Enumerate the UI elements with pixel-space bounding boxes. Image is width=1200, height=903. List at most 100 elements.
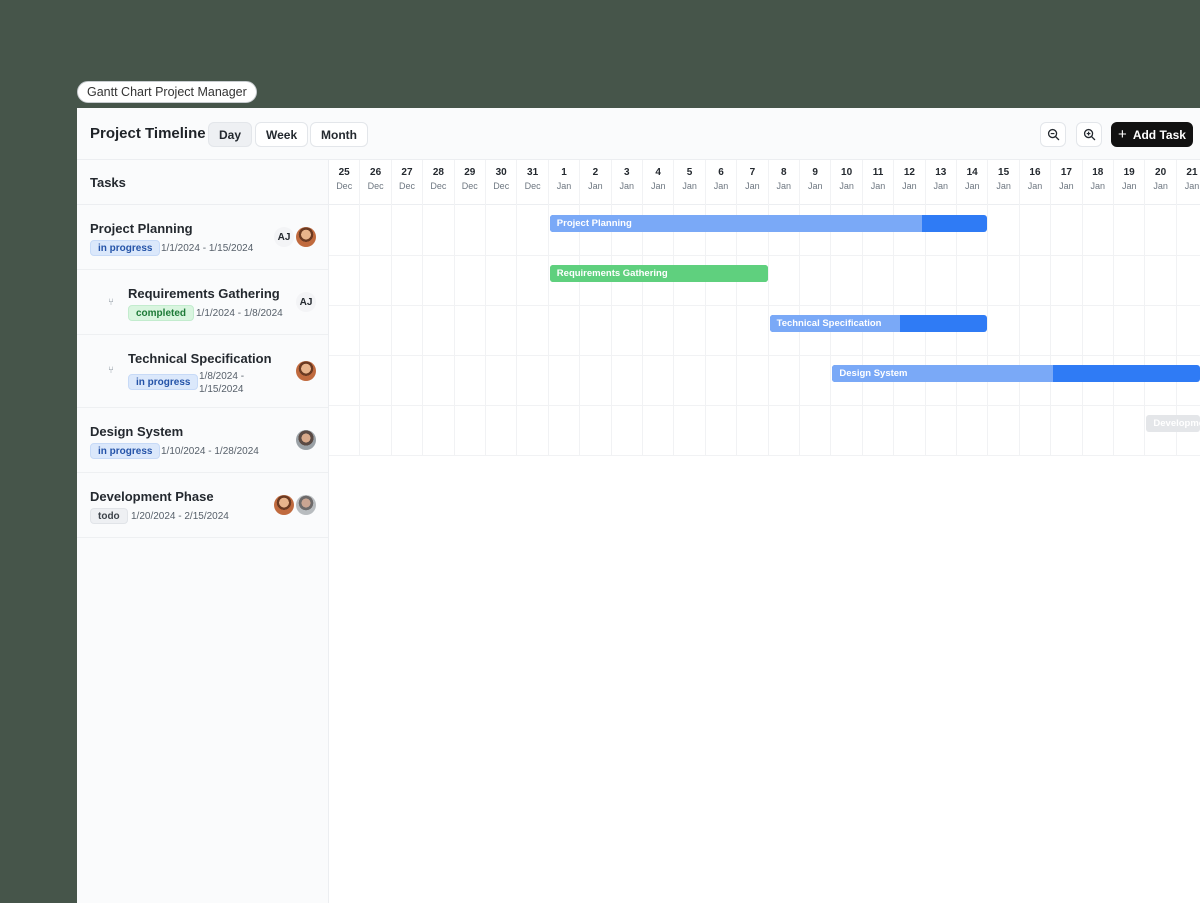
day-column-header: 20 Jan <box>1145 160 1177 205</box>
plus-icon: + <box>1118 125 1127 143</box>
view-week-button[interactable]: Week <box>255 122 309 147</box>
day-number: 14 <box>966 167 978 178</box>
task-list-header: Tasks <box>77 160 328 205</box>
gantt-window: Project Timeline Day Week Month + Add Ta… <box>77 108 1200 903</box>
day-month: Dec <box>367 181 384 191</box>
gantt-bar-label: Requirements Gathering <box>556 268 668 279</box>
day-number: 8 <box>781 167 787 178</box>
day-number: 7 <box>749 167 756 178</box>
day-column-header: 11 Jan <box>863 160 895 205</box>
day-month: Jan <box>556 181 572 191</box>
task-name: Requirements Gathering <box>128 286 280 301</box>
day-column-header: 14 Jan <box>957 160 989 205</box>
grid-column-line <box>767 205 769 455</box>
day-number: 10 <box>841 167 853 178</box>
grid-row-line <box>329 255 1200 256</box>
day-number: 9 <box>812 167 818 178</box>
day-column-header: 27 Dec <box>392 160 424 205</box>
status-badge: in progress <box>90 240 161 256</box>
add-task-button[interactable]: + Add Task <box>1111 122 1193 147</box>
day-column-header: 1 Jan <box>549 160 581 205</box>
day-column-header: 7 Jan <box>737 160 769 205</box>
day-month: Jan <box>650 181 666 191</box>
grid-row-line <box>329 355 1200 356</box>
day-month: Jan <box>839 181 854 191</box>
avatar <box>296 227 316 247</box>
task-row-project-planning[interactable]: Project Planning in progress 1/1/2024 - … <box>77 205 328 270</box>
grid-column-line <box>453 205 455 455</box>
add-task-label: Add Task <box>1132 127 1186 142</box>
gantt-bar-label: Development Phase <box>1153 418 1200 429</box>
day-month: Jan <box>1090 181 1106 191</box>
day-month: Jan <box>1153 181 1168 191</box>
day-column-header: 15 Jan <box>988 160 1020 205</box>
day-column-header: 12 Jan <box>894 160 926 205</box>
subtask-branch-icon: ⑂ <box>108 297 114 308</box>
task-row-design-system[interactable]: Design System in progress 1/10/2024 - 1/… <box>77 408 328 473</box>
task-dates: 1/1/2024 - 1/8/2024 <box>196 308 283 319</box>
task-row-development-phase[interactable]: Development Phase todo 1/20/2024 - 2/15/… <box>77 473 328 538</box>
gantt-bar[interactable]: Project Planning <box>549 215 988 232</box>
zoom-in-button[interactable] <box>1076 122 1102 147</box>
grid-column-line <box>1050 205 1052 455</box>
day-column-header: 28 Dec <box>423 160 455 205</box>
gantt-bar[interactable]: Design System <box>832 365 1200 382</box>
grid-column-line <box>579 205 581 455</box>
day-number: 21 <box>1186 167 1198 178</box>
avatar <box>296 430 316 450</box>
page-title: Project Timeline <box>90 125 206 142</box>
grid-column-line <box>987 205 989 455</box>
day-number: 3 <box>624 167 630 178</box>
day-month: Jan <box>933 181 949 191</box>
timeline-grid: Project Planning Requirements Gathering Te… <box>329 205 1200 456</box>
task-dates: 1/20/2024 - 2/15/2024 <box>131 511 229 522</box>
day-column-header: 4 Jan <box>643 160 675 205</box>
day-number: 4 <box>655 167 661 178</box>
day-month: Dec <box>398 181 415 191</box>
grid-column-line <box>704 205 706 455</box>
view-day-button[interactable]: Day <box>208 122 253 147</box>
day-month: Dec <box>430 181 447 191</box>
day-column-header: 16 Jan <box>1020 160 1052 205</box>
day-number: 28 <box>432 167 444 178</box>
task-row-requirements-gathering[interactable]: ⑂ Requirements Gathering completed 1/1/2… <box>77 270 328 335</box>
day-column-header: 18 Jan <box>1083 160 1114 205</box>
day-column-header: 31 Dec <box>517 160 549 205</box>
grid-column-line <box>422 205 424 455</box>
day-column-header: 19 Jan <box>1114 160 1146 205</box>
day-number: 17 <box>1060 167 1072 178</box>
task-list-panel: Tasks Project Planning in progress 1/1/2… <box>77 160 329 903</box>
grid-row-line <box>329 455 1200 456</box>
day-column-header: 3 Jan <box>612 160 643 205</box>
grid-column-line <box>736 205 738 455</box>
avatar: AJ <box>274 227 294 247</box>
status-badge: completed <box>128 305 195 321</box>
avatar: AJ <box>296 292 316 312</box>
day-column-header: 2 Jan <box>580 160 612 205</box>
grid-column-line <box>516 205 518 455</box>
day-number: 12 <box>903 167 915 178</box>
gantt-bar[interactable]: Requirements Gathering <box>549 265 768 282</box>
view-month-button[interactable]: Month <box>310 122 368 147</box>
day-column-header: 25 Dec <box>329 160 361 205</box>
day-number: 20 <box>1155 167 1167 178</box>
day-month: Jan <box>902 181 917 191</box>
day-column-header: 9 Jan <box>800 160 832 205</box>
gantt-bar[interactable]: Development Phase <box>1146 415 1200 432</box>
zoom-out-button[interactable] <box>1040 122 1066 147</box>
day-month: Jan <box>745 181 760 191</box>
day-month: Jan <box>713 181 729 191</box>
toolbar: Project Timeline Day Week Month + Add Ta… <box>77 108 1200 160</box>
day-month: Jan <box>1059 181 1074 191</box>
subtask-branch-icon: ⑂ <box>108 365 114 376</box>
task-name: Project Planning <box>90 221 193 236</box>
gantt-bar[interactable]: Technical Specification <box>769 315 988 332</box>
day-month: Dec <box>336 181 353 191</box>
grid-column-line <box>390 205 392 455</box>
task-row-technical-specification[interactable]: ⑂ Technical Specification in progress 1/… <box>77 335 328 408</box>
day-number: 13 <box>935 167 947 178</box>
day-number: 19 <box>1123 167 1135 178</box>
day-column-header: 10 Jan <box>831 160 863 205</box>
day-number: 31 <box>527 167 539 178</box>
day-number: 25 <box>338 167 350 178</box>
